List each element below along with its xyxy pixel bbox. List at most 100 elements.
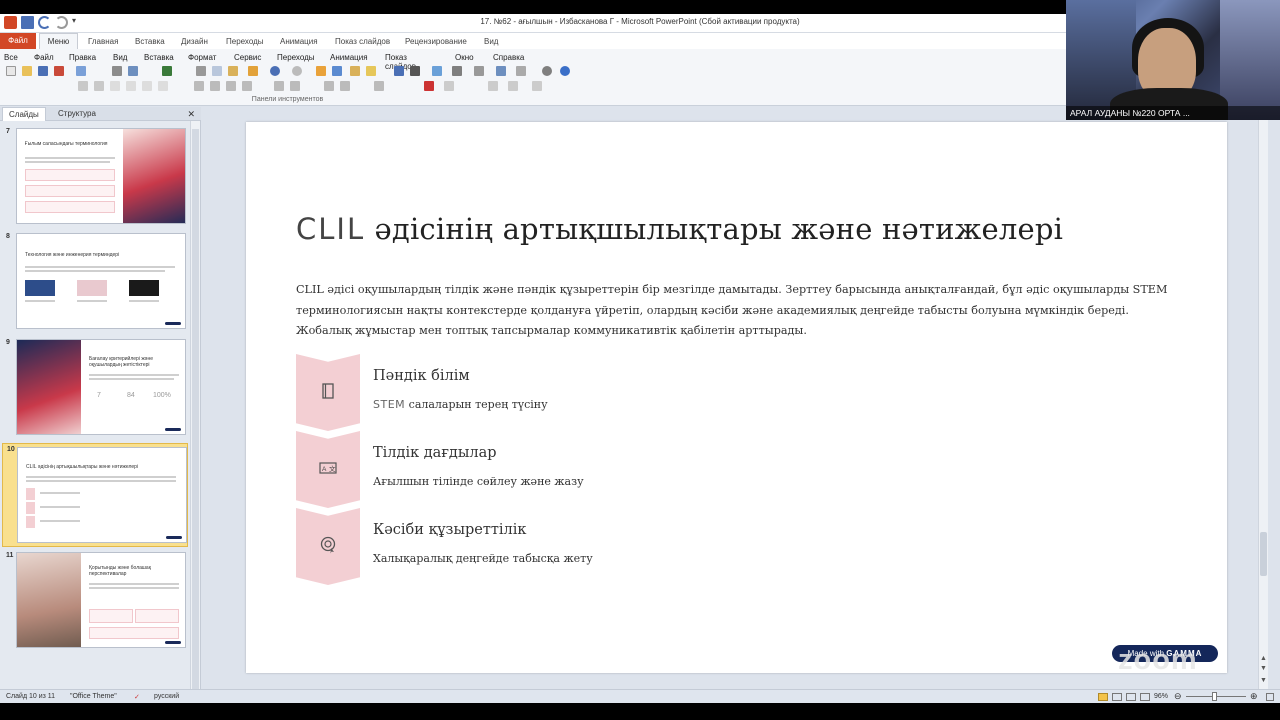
slideshow-icon[interactable] bbox=[1140, 693, 1150, 701]
print-icon[interactable] bbox=[112, 66, 122, 76]
text-box-icon[interactable] bbox=[452, 66, 462, 76]
tab-home[interactable]: Главная bbox=[88, 35, 118, 48]
slide-thumbnail-11[interactable]: 11 Қорытынды және болашақ перспективалар bbox=[2, 550, 188, 652]
slide-title[interactable]: CLIL әдісінің артықшылықтары және нәтиже… bbox=[296, 212, 1063, 246]
next-slide-icon[interactable]: ▼ bbox=[1260, 665, 1267, 672]
reading-view-icon[interactable] bbox=[1126, 693, 1136, 701]
tab-slides[interactable]: Слайды bbox=[2, 107, 46, 121]
scroll-down-icon[interactable]: ▼ bbox=[1260, 677, 1267, 684]
menu-insert[interactable]: Вставка bbox=[144, 53, 174, 62]
bullets-icon[interactable] bbox=[274, 81, 284, 91]
menu-transitions[interactable]: Переходы bbox=[277, 53, 315, 62]
tab-review[interactable]: Рецензирование bbox=[405, 35, 467, 48]
menu-animation[interactable]: Анимация bbox=[330, 53, 368, 62]
columns-icon[interactable] bbox=[474, 66, 484, 76]
font-size-decrease-icon[interactable] bbox=[94, 81, 104, 91]
feature-professional-competence[interactable]: Кәсіби құзыреттілік Халықаралық деңгейде… bbox=[296, 508, 796, 585]
grayscale-icon[interactable] bbox=[516, 66, 526, 76]
theme-name[interactable]: "Office Theme" bbox=[70, 693, 117, 700]
outdent-icon[interactable] bbox=[340, 81, 350, 91]
arrange-icon[interactable] bbox=[496, 66, 506, 76]
new-icon[interactable] bbox=[6, 66, 16, 76]
italic-icon[interactable] bbox=[126, 81, 136, 91]
redo-icon[interactable] bbox=[292, 66, 302, 76]
tab-slideshow[interactable]: Показ слайдов bbox=[335, 35, 390, 48]
font-color-icon[interactable] bbox=[424, 81, 434, 91]
layout-icon[interactable] bbox=[394, 66, 404, 76]
tab-outline[interactable]: Структура bbox=[52, 107, 102, 121]
grid-icon[interactable] bbox=[410, 66, 420, 76]
tab-menu[interactable]: Меню bbox=[39, 33, 78, 49]
shapes-icon[interactable] bbox=[366, 66, 376, 76]
tab-file[interactable]: Файл bbox=[0, 33, 36, 49]
zoom-level[interactable]: 96% bbox=[1154, 693, 1168, 700]
tab-view[interactable]: Вид bbox=[484, 35, 498, 48]
paste-icon[interactable] bbox=[228, 66, 238, 76]
spelling-icon[interactable] bbox=[162, 66, 172, 76]
menu-window[interactable]: Окно bbox=[455, 53, 474, 62]
help-icon[interactable] bbox=[560, 66, 570, 76]
tab-insert[interactable]: Вставка bbox=[135, 35, 165, 48]
numbering-icon[interactable] bbox=[290, 81, 300, 91]
scrollbar-thumb[interactable] bbox=[192, 129, 199, 689]
slide-body-text[interactable]: CLIL әдісі оқушылардың тілдік және пәнді… bbox=[296, 280, 1186, 342]
undo-icon[interactable] bbox=[270, 66, 280, 76]
language-indicator[interactable]: русский bbox=[154, 693, 179, 700]
menu-file[interactable]: Файл bbox=[34, 53, 54, 62]
strikethrough-icon[interactable] bbox=[158, 81, 168, 91]
fill-icon[interactable] bbox=[488, 81, 498, 91]
picture-icon[interactable] bbox=[350, 66, 360, 76]
print-preview-icon[interactable] bbox=[128, 66, 138, 76]
slide-thumbnail-10[interactable]: 10 CLIL әдісінің артықшылықтары және нәт… bbox=[2, 443, 188, 547]
shape-effects-icon[interactable] bbox=[532, 81, 542, 91]
save-icon[interactable] bbox=[38, 66, 48, 76]
align-left-icon[interactable] bbox=[194, 81, 204, 91]
prev-slide-icon[interactable]: ▲ bbox=[1260, 655, 1267, 662]
editor-scrollbar[interactable]: ▲ ▲ ▼ ▼ bbox=[1258, 107, 1268, 689]
slide-thumbnail-9[interactable]: 9 Бағалау критерийлері және оқушылардың … bbox=[2, 337, 188, 439]
spellcheck-icon[interactable]: ✓ bbox=[134, 693, 140, 701]
close-icon[interactable]: ✕ bbox=[187, 109, 195, 120]
copy-icon[interactable] bbox=[212, 66, 222, 76]
normal-view-icon[interactable] bbox=[1098, 693, 1108, 701]
outline-icon[interactable] bbox=[508, 81, 518, 91]
chart-icon[interactable] bbox=[316, 66, 326, 76]
tab-transitions[interactable]: Переходы bbox=[226, 35, 264, 48]
slide-thumbnail-8[interactable]: 8 Технология және инженерия терминдері bbox=[2, 231, 188, 333]
fit-to-window-icon[interactable] bbox=[1266, 693, 1274, 701]
align-center-icon[interactable] bbox=[210, 81, 220, 91]
new-slide-icon[interactable] bbox=[432, 66, 442, 76]
menu-all[interactable]: Все bbox=[4, 53, 18, 62]
zoom-out-icon[interactable]: ⊖ bbox=[1174, 691, 1182, 702]
align-right-icon[interactable] bbox=[226, 81, 236, 91]
email-icon[interactable] bbox=[76, 66, 86, 76]
format-painter-icon[interactable] bbox=[248, 66, 258, 76]
feature-subject-knowledge[interactable]: Пәндік білім STEM салаларын терең түсіну bbox=[296, 354, 796, 431]
tab-design[interactable]: Дизайн bbox=[181, 35, 208, 48]
table-icon[interactable] bbox=[332, 66, 342, 76]
slide-sorter-icon[interactable] bbox=[1112, 693, 1122, 701]
menu-help[interactable]: Справка bbox=[493, 53, 524, 62]
feature-language-skills[interactable]: A 文 Тілдік дағдылар Ағылшын тілінде сөйл… bbox=[296, 431, 796, 508]
underline-icon[interactable] bbox=[142, 81, 152, 91]
tab-animations[interactable]: Анимация bbox=[280, 35, 318, 48]
scrollbar-thumb[interactable] bbox=[1260, 532, 1267, 576]
menu-view[interactable]: Вид bbox=[113, 53, 127, 62]
menu-edit[interactable]: Правка bbox=[69, 53, 96, 62]
permission-icon[interactable] bbox=[54, 66, 64, 76]
justify-icon[interactable] bbox=[242, 81, 252, 91]
cut-icon[interactable] bbox=[196, 66, 206, 76]
slide-thumbnail-7[interactable]: 7 Ғылым саласындағы терминология bbox=[2, 126, 188, 228]
bold-icon[interactable] bbox=[110, 81, 120, 91]
open-icon[interactable] bbox=[22, 66, 32, 76]
menu-format[interactable]: Формат bbox=[188, 53, 216, 62]
zoom-in-icon[interactable]: ⊕ bbox=[1250, 691, 1258, 702]
text-effects-icon[interactable] bbox=[444, 81, 454, 91]
zoom-icon[interactable] bbox=[542, 66, 552, 76]
indent-icon[interactable] bbox=[324, 81, 334, 91]
font-size-increase-icon[interactable] bbox=[78, 81, 88, 91]
line-spacing-icon[interactable] bbox=[374, 81, 384, 91]
menu-tools[interactable]: Сервис bbox=[234, 53, 261, 62]
slide-canvas[interactable]: CLIL әдісінің артықшылықтары және нәтиже… bbox=[246, 122, 1227, 673]
zoom-slider-knob[interactable] bbox=[1212, 692, 1217, 701]
